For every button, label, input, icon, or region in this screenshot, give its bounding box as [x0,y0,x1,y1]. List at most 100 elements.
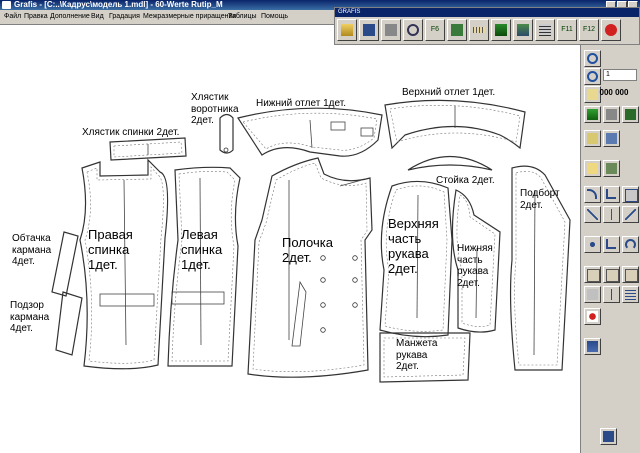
text-tool-button[interactable] [584,338,601,355]
pocket-tool-button[interactable] [584,160,601,177]
label-upper-facing: Верхний отлет 1дет. [402,87,496,98]
step-input[interactable]: 1 [603,69,637,81]
redo-button[interactable] [584,68,601,85]
open-button[interactable] [337,19,357,41]
fold-tool-button[interactable] [603,266,620,283]
diagonal-icon [625,209,636,220]
f11-button[interactable]: F11 [557,19,577,41]
export-icon [625,109,636,120]
save-icon [363,24,375,36]
seam-tool-button[interactable] [622,186,639,203]
pocket-icon [587,163,598,174]
app-icon [2,1,11,9]
f11-icon: F11 [561,26,573,33]
label-back-stay: Хлястик спинки 2дет. [82,127,180,138]
import-button[interactable] [513,19,533,41]
grid-button[interactable] [535,19,555,41]
print-button[interactable] [381,19,401,41]
piece-icon [587,133,598,144]
zoom-icon [407,24,419,36]
output-button[interactable] [600,428,617,445]
menu-grading[interactable]: Градация [109,10,140,24]
label-upper-sleeve: Верхняя часть рукава 2дет. [388,216,439,276]
delete-tool-button[interactable] [584,308,601,325]
corner-icon [606,189,616,199]
stop-button[interactable] [601,19,621,41]
f12-button[interactable]: F12 [579,19,599,41]
arc-icon [625,239,636,250]
zoom-button[interactable] [403,19,423,41]
delete-icon [587,311,598,322]
window-title: Grafis - [C:..\Кадрус\модель 1.mdl] - 60… [14,0,223,9]
curve-icon [587,189,597,199]
layout-button[interactable] [447,19,467,41]
stand-piece [407,155,493,171]
coordinate-counter: 000 000 [599,88,629,97]
fold-icon [606,269,619,282]
download-icon [495,24,507,36]
stack-button[interactable] [603,106,620,123]
menu-extras[interactable]: Дополнение [50,10,90,24]
model-icon [606,133,617,144]
arrow-down-button[interactable] [584,106,601,123]
ruler-button[interactable] [469,19,489,41]
menu-increments[interactable]: Межразмерные приращения [143,10,236,24]
mirror-icon [625,269,638,282]
mirror-tool-button[interactable] [622,266,639,283]
pattern-canvas[interactable]: Хлястик спинки 2дет. Хлястик воротника 2… [0,25,580,453]
label-front: Полочка 2дет. [282,235,333,265]
download-button[interactable] [491,19,511,41]
text-icon [587,341,598,352]
label-lower-facing: Нижний отлет 1дет. [256,98,346,109]
angle-icon [606,239,616,249]
curve-tool-button[interactable] [584,186,601,203]
angle-tool-button[interactable] [603,236,620,253]
output-icon [603,431,614,442]
dart-tool-button[interactable] [584,266,601,283]
label-right-back: Правая спинка 1дет. [88,227,133,272]
notch-tool-button[interactable] [584,286,601,303]
save-button[interactable] [359,19,379,41]
menu-file[interactable]: Файл [4,10,21,24]
lower-facing-piece [237,107,383,157]
point-tool-button[interactable] [584,236,601,253]
undo-button[interactable] [584,50,601,67]
export-button[interactable] [622,106,639,123]
label-lower-sleeve: Нижняя часть рукава 2дет. [457,243,493,289]
print-icon [385,24,397,36]
arc-tool-button[interactable] [622,236,639,253]
label-collar-stay: Хлястик воротника 2дет. [191,92,239,126]
pocket-lining-piece [55,291,83,356]
label-cuff: Манжета рукава 2дет. [396,338,438,372]
corner-tool-button[interactable] [603,186,620,203]
diagonal-tool-button[interactable] [622,206,639,223]
import-icon [517,24,529,36]
cross-icon [606,209,617,220]
cross-tool-button[interactable] [603,206,620,223]
grain-icon [606,289,617,300]
grafis-toolbar-title: GRAFIS [335,8,639,17]
model-button[interactable] [603,130,620,147]
f12-icon: F12 [582,26,596,33]
f6-button[interactable]: F6 [425,19,445,41]
seam-icon [625,189,638,202]
f6-icon: F6 [430,26,440,33]
lines-tool-button[interactable] [622,286,639,303]
menu-help[interactable]: Помощь [261,10,288,24]
line-tool-button[interactable] [584,206,601,223]
piece-button[interactable] [584,130,601,147]
grafis-toolbar: GRAFIS F6 F11 F12 [334,7,640,45]
edit-piece-button[interactable] [603,160,620,177]
notch-icon [587,289,598,300]
menu-view[interactable]: Вид [91,10,104,24]
label-lining: Подборт 2дет. [520,188,560,211]
line-icon [587,209,598,220]
stack-icon [606,109,617,120]
point-icon [587,239,598,250]
lines-icon [625,289,636,300]
redo-icon [587,71,598,82]
menu-edit[interactable]: Правка [24,10,48,24]
grain-tool-button[interactable] [603,286,620,303]
menu-tables[interactable]: Таблицы [228,10,257,24]
label-pocket-facing: Обтачка кармана 4дет. [12,233,52,267]
